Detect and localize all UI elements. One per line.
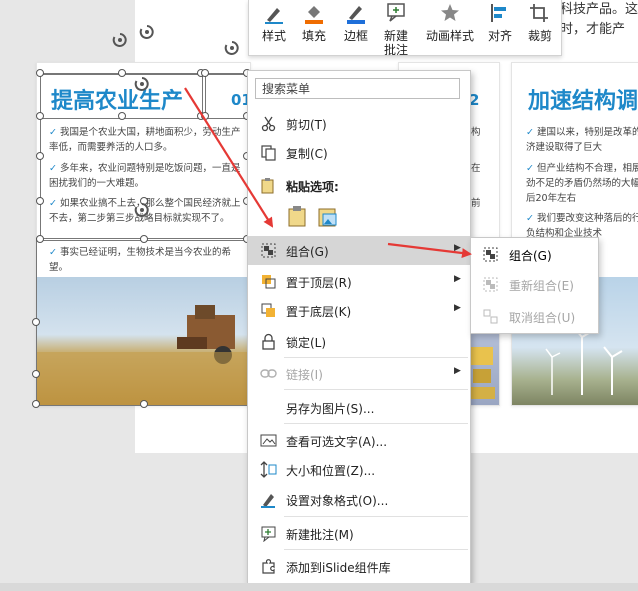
card-structure-title[interactable]: 加速结构调 <box>528 83 638 115</box>
scissors-icon <box>261 116 276 132</box>
menu-separator <box>284 516 468 517</box>
rotate-handle-icon[interactable] <box>134 76 150 92</box>
resize-handle[interactable] <box>32 400 40 408</box>
rotate-handle-icon[interactable] <box>134 202 150 218</box>
check-icon: ✓ <box>526 213 534 224</box>
rotate-handle-icon[interactable] <box>112 32 128 48</box>
send-to-back-icon <box>261 303 275 317</box>
menu-item-format-object[interactable]: 设置对象格式(O)... <box>248 485 470 514</box>
clipboard-icon <box>261 178 274 194</box>
submenu-item-group[interactable]: 组合(G) <box>471 239 598 269</box>
menu-item-alt-text[interactable]: 查看可选文字(A)... <box>248 426 470 455</box>
slide-text-top-right: 科技产品。这 时，才能产 <box>560 0 638 40</box>
border-button[interactable]: 边框 <box>339 2 373 43</box>
context-menu: 搜索菜单 剪切(T) 复制(C) 粘贴选项: 组合(G) ▶ 置于顶层(R) ▶… <box>247 70 471 584</box>
new-comment-icon <box>387 3 405 22</box>
menu-item-size-position[interactable]: 大小和位置(Z)... <box>248 455 470 484</box>
pen-border-icon <box>347 6 365 24</box>
slide-text-line-2: 时，才能产 <box>560 22 626 37</box>
resize-handle[interactable] <box>201 69 209 77</box>
menu-separator <box>284 423 468 424</box>
rotate-handle-icon[interactable] <box>139 24 155 40</box>
group-submenu: 组合(G) 重新组合(E) 取消组合(U) <box>470 237 599 334</box>
alt-text-icon <box>260 434 277 447</box>
lock-icon <box>262 333 275 350</box>
menu-search-input[interactable]: 搜索菜单 <box>255 78 460 99</box>
selection-frame-number[interactable] <box>205 74 249 119</box>
group-icon <box>483 247 498 262</box>
resize-handle[interactable] <box>36 69 44 77</box>
menu-item-add-islide[interactable]: 添加到iSlide组件库 <box>248 552 470 581</box>
menu-item-new-comment[interactable]: 新建批注(M) <box>248 519 470 548</box>
crop-button[interactable]: 裁剪 <box>523 2 557 43</box>
resize-handle[interactable] <box>36 197 44 205</box>
paste-as-picture-icon[interactable] <box>316 205 338 227</box>
chevron-right-icon: ▶ <box>454 366 461 376</box>
chevron-right-icon: ▶ <box>454 274 461 284</box>
check-icon: ✓ <box>526 127 534 138</box>
menu-item-paste-options: 粘贴选项: <box>248 171 470 200</box>
slide-text-line-1: 科技产品。这 <box>560 2 638 17</box>
card-2-text-3: 前 <box>471 198 481 209</box>
group-icon <box>261 243 276 258</box>
menu-separator <box>284 357 468 358</box>
menu-separator <box>284 549 468 550</box>
menu-item-copy[interactable]: 复制(C) <box>248 138 470 167</box>
menu-item-group[interactable]: 组合(G) ▶ <box>248 236 470 265</box>
chevron-right-icon: ▶ <box>454 243 461 253</box>
crop-icon <box>530 4 548 22</box>
resize-handle[interactable] <box>140 400 148 408</box>
menu-item-cut[interactable]: 剪切(T) <box>248 109 470 138</box>
check-icon: ✓ <box>526 163 534 174</box>
resize-handle[interactable] <box>118 69 126 77</box>
card-structure-bullet-1: ✓建国以来，特别是改革的经济建设取得了巨大 <box>526 127 638 153</box>
submenu-item-ungroup[interactable]: 取消组合(U) <box>471 301 598 331</box>
size-position-icon <box>260 461 277 478</box>
align-button[interactable]: 对齐 <box>483 2 517 43</box>
link-icon <box>260 369 277 378</box>
menu-item-bring-to-front[interactable]: 置于顶层(R) ▶ <box>248 267 470 296</box>
new-comment-button[interactable]: 新建 批注 <box>379 2 413 57</box>
style-button[interactable]: 样式 <box>257 2 291 43</box>
card-2-text-2: 在 <box>471 163 481 174</box>
card-2-text-1: 构 <box>471 127 481 138</box>
resize-handle[interactable] <box>140 235 148 243</box>
mini-toolbar: 样式 填充 边框 新建 批注 动画样式 对齐 裁剪 <box>248 0 562 57</box>
resize-handle[interactable] <box>36 112 44 120</box>
bring-to-front-icon <box>262 275 276 289</box>
regroup-icon <box>483 277 498 292</box>
resize-handle[interactable] <box>201 112 209 120</box>
format-shape-icon <box>261 494 275 508</box>
status-bar <box>0 583 638 591</box>
resize-handle[interactable] <box>32 318 40 326</box>
menu-item-send-to-back[interactable]: 置于底层(K) ▶ <box>248 296 470 325</box>
paste-keep-format-icon[interactable] <box>286 205 308 227</box>
menu-item-lock[interactable]: 锁定(L) <box>248 327 470 356</box>
resize-handle[interactable] <box>118 112 126 120</box>
card-structure[interactable]: 加速结构调 ✓建国以来，特别是改革的经济建设取得了巨大 ✓但产业结构不合理，相展… <box>511 62 638 406</box>
fill-button[interactable]: 填充 <box>297 2 331 43</box>
submenu-item-regroup[interactable]: 重新组合(E) <box>471 269 598 299</box>
align-icon <box>491 4 506 22</box>
resize-handle[interactable] <box>36 152 44 160</box>
menu-item-save-as-picture[interactable]: 另存为图片(S)... <box>248 393 470 422</box>
chevron-right-icon: ▶ <box>454 303 461 313</box>
resize-handle[interactable] <box>32 370 40 378</box>
menu-separator <box>284 389 468 390</box>
selection-frame-image[interactable] <box>36 238 251 406</box>
new-comment-icon <box>261 526 276 542</box>
paint-bucket-icon <box>305 6 323 24</box>
card-structure-bullet-2: ✓但产业结构不合理，相展后劲不足的矛盾仍然场的大幅落后20年左右 <box>526 163 638 204</box>
star-animation-icon <box>441 4 459 21</box>
animation-style-button[interactable]: 动画样式 <box>423 2 477 43</box>
resize-handle[interactable] <box>36 235 44 243</box>
menu-item-link[interactable]: 链接(I) ▶ <box>248 359 470 388</box>
ungroup-icon <box>483 309 498 324</box>
puzzle-icon <box>262 559 275 574</box>
copy-icon <box>261 145 276 161</box>
pen-style-icon <box>265 8 283 24</box>
rotate-handle-icon[interactable] <box>224 40 240 56</box>
